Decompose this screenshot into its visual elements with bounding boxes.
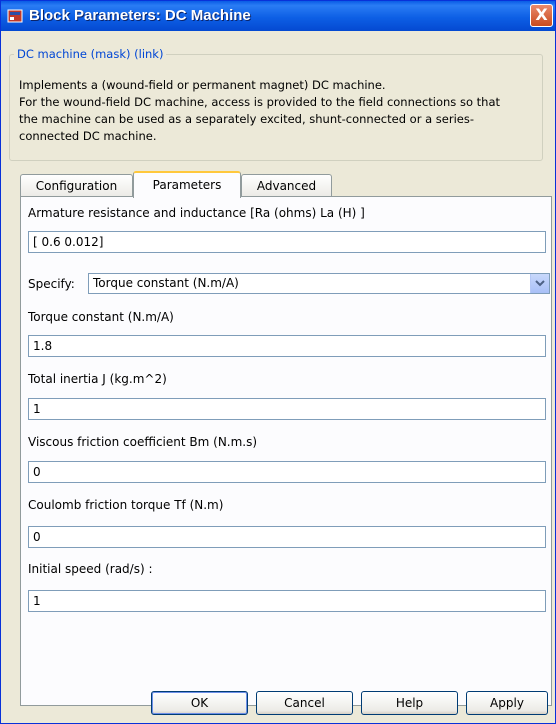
parameters-panel: Armature resistance and inductance [Ra (…: [20, 196, 552, 706]
chevron-down-icon[interactable]: [530, 274, 549, 293]
mask-description-group: DC machine (mask) (link) Implements a (w…: [9, 47, 543, 161]
apply-button[interactable]: Apply: [466, 691, 548, 715]
armature-label: Armature resistance and inductance [Ra (…: [28, 206, 365, 220]
mask-line: For the wound-field DC machine, access i…: [19, 95, 500, 109]
mask-legend: DC machine (mask) (link): [17, 47, 164, 61]
help-button[interactable]: Help: [361, 691, 458, 715]
dialog-window: Block Parameters: DC Machine X DC machin…: [0, 0, 556, 724]
ok-button[interactable]: OK: [151, 691, 248, 715]
simulink-block-icon: [7, 9, 23, 23]
coulomb-friction-field[interactable]: 0: [28, 526, 546, 548]
cancel-button[interactable]: Cancel: [256, 691, 353, 715]
initial-speed-field[interactable]: 1: [28, 590, 546, 612]
torque-constant-field[interactable]: 1.8: [28, 335, 546, 357]
close-icon[interactable]: X: [530, 4, 553, 27]
inertia-label: Total inertia J (kg.m^2): [28, 372, 167, 386]
specify-label: Specify:: [28, 277, 75, 291]
specify-value: Torque constant (N.m/A): [93, 276, 239, 290]
armature-field[interactable]: [ 0.6 0.012]: [28, 231, 546, 253]
specify-select[interactable]: Torque constant (N.m/A): [88, 273, 550, 294]
title-bar[interactable]: Block Parameters: DC Machine X: [1, 1, 555, 31]
mask-line: the machine can be used as a separately …: [19, 112, 474, 126]
mask-line: Implements a (wound-field or permanent m…: [19, 78, 386, 92]
mask-line: connected DC machine.: [19, 129, 157, 143]
inertia-field[interactable]: 1: [28, 398, 546, 420]
tab-parameters[interactable]: Parameters: [133, 171, 241, 198]
viscous-friction-field[interactable]: 0: [28, 461, 546, 483]
initial-speed-label: Initial speed (rad/s) :: [28, 562, 153, 576]
coulomb-friction-label: Coulomb friction torque Tf (N.m): [28, 498, 224, 512]
window-title: Block Parameters: DC Machine: [29, 7, 251, 24]
mask-description: Implements a (wound-field or permanent m…: [19, 77, 535, 145]
tab-advanced[interactable]: Advanced: [241, 174, 332, 196]
viscous-friction-label: Viscous friction coefficient Bm (N.m.s): [28, 435, 258, 449]
torque-constant-label: Torque constant (N.m/A): [28, 310, 174, 324]
tab-configuration[interactable]: Configuration: [20, 174, 133, 196]
